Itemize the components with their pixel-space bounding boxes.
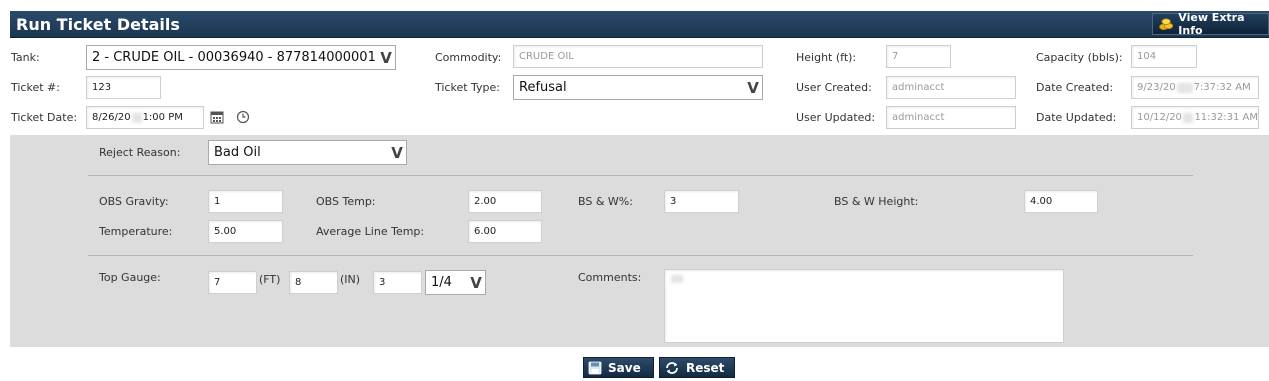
ticket-date-time: 1:00 PM xyxy=(142,112,183,123)
top-gauge-fraction-value: 1/4 xyxy=(431,275,452,290)
top-gauge-feet-field[interactable]: 7 xyxy=(208,271,257,294)
top-gauge-number-field[interactable]: 3 xyxy=(373,271,422,294)
chevron-down-icon: V xyxy=(380,48,392,67)
reject-reason-label: Reject Reason: xyxy=(99,146,181,159)
coins-icon xyxy=(1159,18,1174,31)
obs-gravity-field[interactable]: 1 xyxy=(208,190,283,213)
ticket-number-label: Ticket #: xyxy=(11,81,60,94)
bsw-height-field[interactable]: 4.00 xyxy=(1024,190,1098,213)
inches-unit-label: (IN) xyxy=(340,273,361,286)
calendar-icon[interactable] xyxy=(209,109,225,125)
commodity-label: Commodity: xyxy=(435,51,502,64)
comments-label: Comments: xyxy=(578,271,642,284)
date-updated-time: 11:32:31 AM xyxy=(1194,112,1258,123)
ticket-date-label: Ticket Date: xyxy=(11,111,78,124)
page-title: Run Ticket Details xyxy=(16,15,180,34)
divider xyxy=(88,255,1193,256)
refresh-icon xyxy=(664,361,680,375)
chevron-down-icon: V xyxy=(391,143,403,162)
save-button[interactable]: Save xyxy=(583,357,654,378)
view-extra-info-button[interactable]: View Extra Info xyxy=(1152,11,1269,37)
user-updated-field[interactable]: adminacct xyxy=(886,106,1016,129)
temperature-label: Temperature: xyxy=(99,225,173,238)
save-label: Save xyxy=(608,360,641,375)
reset-label: Reset xyxy=(686,360,725,375)
obs-temp-label: OBS Temp: xyxy=(316,195,376,208)
top-gauge-label: Top Gauge: xyxy=(99,271,161,284)
ticket-number-field[interactable]: 123 xyxy=(86,76,161,99)
reject-reason-select[interactable]: Bad Oil V xyxy=(208,140,407,165)
view-extra-info-label: View Extra Info xyxy=(1178,11,1245,37)
ticket-type-select[interactable]: Refusal V xyxy=(513,75,763,100)
redacted-mark xyxy=(1182,112,1194,123)
bsw-height-label: BS & W Height: xyxy=(834,195,919,208)
chevron-down-icon: V xyxy=(470,273,482,292)
date-created-label: Date Created: xyxy=(1036,81,1114,94)
tank-value: 2 - CRUDE OIL - 00036940 - 877814000001 xyxy=(92,50,376,65)
date-updated-field[interactable]: 10/12/20 11:32:31 AM xyxy=(1131,106,1259,129)
user-created-label: User Created: xyxy=(796,81,872,94)
top-gauge-inches-field[interactable]: 8 xyxy=(289,271,338,294)
average-line-temp-field[interactable]: 6.00 xyxy=(468,220,542,243)
height-label: Height (ft): xyxy=(796,51,857,64)
bsw-percent-field[interactable]: 3 xyxy=(664,190,739,213)
reset-button[interactable]: Reset xyxy=(659,357,735,378)
floppy-icon xyxy=(588,361,602,375)
user-created-field[interactable]: adminacct xyxy=(886,76,1016,99)
height-field[interactable]: 7 xyxy=(886,45,951,68)
capacity-field[interactable]: 104 xyxy=(1131,45,1197,68)
divider xyxy=(88,175,1193,176)
title-bar: Run Ticket Details View Extra Info xyxy=(10,11,1269,38)
tank-label: Tank: xyxy=(11,51,40,64)
commodity-field[interactable]: CRUDE OIL xyxy=(513,45,763,68)
user-updated-label: User Updated: xyxy=(796,111,876,124)
capacity-label: Capacity (bbls): xyxy=(1036,51,1123,64)
obs-gravity-label: OBS Gravity: xyxy=(99,195,169,208)
tank-select[interactable]: 2 - CRUDE OIL - 00036940 - 877814000001 … xyxy=(86,45,396,70)
redacted-mark xyxy=(131,112,142,123)
date-created-time: 7:37:32 AM xyxy=(1193,82,1251,93)
clock-icon[interactable] xyxy=(235,109,251,125)
refusal-details-panel xyxy=(10,135,1269,347)
obs-temp-field[interactable]: 2.00 xyxy=(468,190,542,213)
temperature-field[interactable]: 5.00 xyxy=(208,220,283,243)
reject-reason-value: Bad Oil xyxy=(214,145,261,160)
redacted-mark xyxy=(671,275,683,283)
top-gauge-fraction-select[interactable]: 1/4 V xyxy=(425,270,486,295)
comments-textarea[interactable] xyxy=(664,269,1064,343)
bsw-percent-label: BS & W%: xyxy=(578,195,633,208)
average-line-temp-label: Average Line Temp: xyxy=(316,225,425,238)
ticket-type-label: Ticket Type: xyxy=(435,81,501,94)
ticket-date-date: 8/26/20 xyxy=(92,112,131,123)
redacted-mark xyxy=(1176,82,1193,93)
ticket-type-value: Refusal xyxy=(519,80,567,95)
date-updated-date: 10/12/20 xyxy=(1137,112,1182,123)
date-updated-label: Date Updated: xyxy=(1036,111,1117,124)
feet-unit-label: (FT) xyxy=(259,273,281,286)
chevron-down-icon: V xyxy=(747,78,759,97)
date-created-field[interactable]: 9/23/20 7:37:32 AM xyxy=(1131,76,1259,99)
date-created-date: 9/23/20 xyxy=(1137,82,1176,93)
ticket-date-field[interactable]: 8/26/20 1:00 PM xyxy=(86,106,204,129)
